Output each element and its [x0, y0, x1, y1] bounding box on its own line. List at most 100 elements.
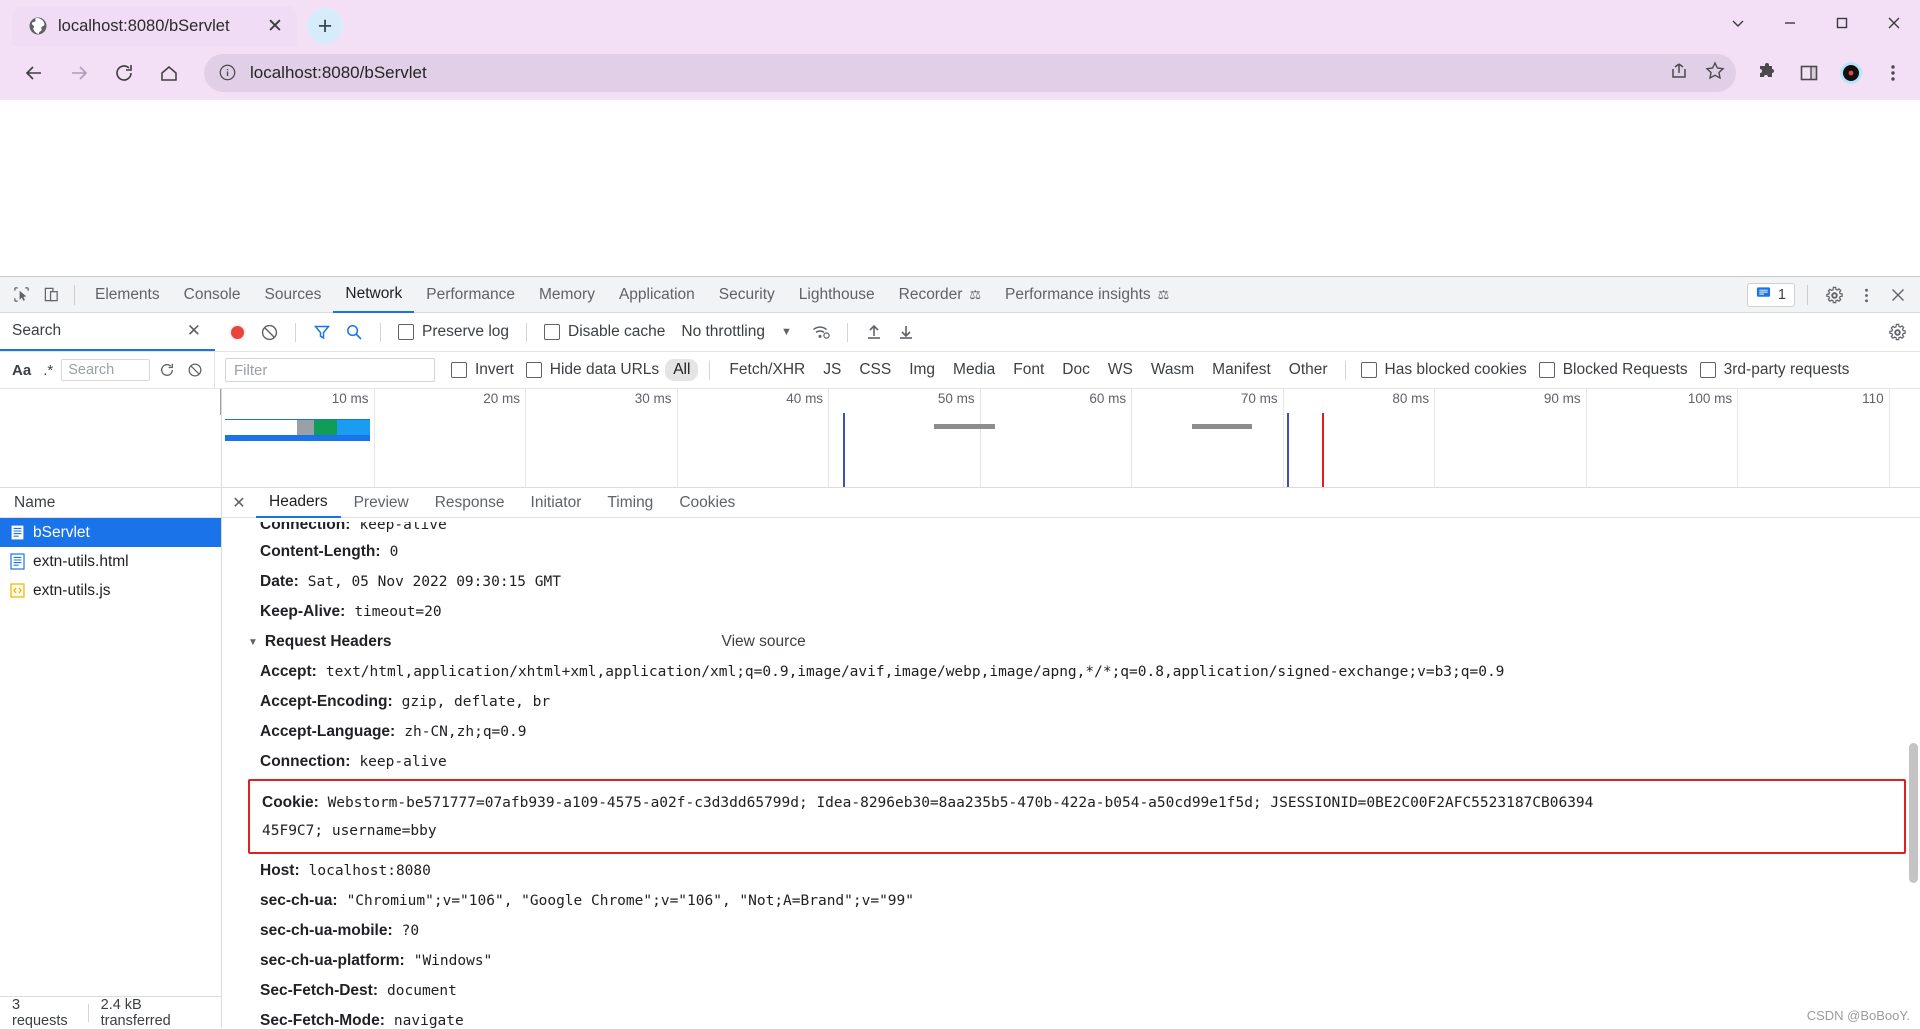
detail-tab-timing[interactable]: Timing	[594, 488, 666, 518]
header-row-clipped: Connection: keep-alive	[222, 522, 1920, 537]
funnel-filter-icon[interactable]	[307, 317, 337, 347]
filter-type-img[interactable]: Img	[901, 359, 943, 381]
devtools-tab-console[interactable]: Console	[172, 277, 253, 313]
devtools-tab-elements[interactable]: Elements	[83, 277, 172, 313]
filter-type-media[interactable]: Media	[945, 359, 1003, 381]
devtools-tab-recorder[interactable]: Recorder ⚖	[887, 277, 993, 313]
devtools-tab-performance-insights[interactable]: Performance insights ⚖	[993, 277, 1181, 313]
blocked-requests-checkbox[interactable]: Blocked Requests	[1538, 361, 1688, 379]
close-icon[interactable]: ✕	[263, 14, 287, 38]
tab-label: Performance insights	[1005, 285, 1151, 303]
detail-tab-preview[interactable]: Preview	[341, 488, 422, 518]
side-panel-icon[interactable]	[1796, 60, 1822, 86]
table-row[interactable]: extn-utils.html	[0, 547, 221, 576]
inspect-element-icon[interactable]	[6, 280, 36, 310]
reload-icon[interactable]	[104, 53, 144, 93]
devtools-tab-sources[interactable]: Sources	[253, 277, 334, 313]
match-case-button[interactable]: Aa	[8, 362, 35, 379]
search-icon[interactable]	[339, 317, 369, 347]
search-input[interactable]: Search	[61, 359, 150, 381]
filter-type-font[interactable]: Font	[1005, 359, 1052, 381]
info-circle-icon[interactable]	[218, 63, 238, 83]
request-headers-section-title[interactable]: ▼ Request Headers View source	[222, 627, 1920, 657]
filter-type-manifest[interactable]: Manifest	[1204, 359, 1279, 381]
browser-tab[interactable]: localhost:8080/bServlet ✕	[12, 6, 297, 46]
share-icon[interactable]	[1668, 60, 1690, 87]
header-row: Date: Sat, 05 Nov 2022 09:30:15 GMT	[222, 567, 1920, 597]
filter-type-ws[interactable]: WS	[1100, 359, 1141, 381]
filter-type-css[interactable]: CSS	[851, 359, 899, 381]
filter-type-wasm[interactable]: Wasm	[1143, 359, 1202, 381]
close-icon[interactable]: ✕	[222, 488, 256, 518]
devtools-tab-network[interactable]: Network	[333, 277, 415, 313]
forward-arrow-icon[interactable]	[59, 53, 99, 93]
puzzle-piece-icon[interactable]	[1754, 60, 1780, 86]
network-toolbar-controls: Preserve log Disable cache No throttling…	[215, 317, 1882, 347]
regex-button[interactable]: .*	[41, 362, 55, 379]
devtools-message-badge[interactable]: 1	[1746, 283, 1795, 307]
chevron-down-icon[interactable]: ▼	[781, 326, 792, 338]
profile-avatar-icon[interactable]	[1838, 60, 1864, 86]
close-icon[interactable]	[1868, 0, 1920, 46]
header-value: "Chromium";v="106", "Google Chrome";v="1…	[346, 893, 914, 910]
detail-scrollbar[interactable]	[1909, 522, 1918, 1024]
scrollbar-thumb[interactable]	[1909, 742, 1918, 884]
devtools-tab-memory[interactable]: Memory	[527, 277, 607, 313]
throttling-select[interactable]: No throttling	[681, 323, 765, 341]
address-bar[interactable]: localhost:8080/bServlet	[204, 54, 1736, 92]
clear-no-entry-icon[interactable]	[184, 359, 206, 381]
three-dot-menu-icon[interactable]	[1852, 281, 1880, 309]
home-icon[interactable]	[149, 53, 189, 93]
refresh-icon[interactable]	[156, 359, 178, 381]
close-icon[interactable]	[1884, 281, 1912, 309]
overview-tick-label: 80 ms	[1392, 391, 1430, 406]
devtools-tab-lighthouse[interactable]: Lighthouse	[787, 277, 887, 313]
filter-type-js[interactable]: JS	[815, 359, 849, 381]
new-tab-button[interactable]: +	[307, 8, 343, 44]
preserve-log-checkbox[interactable]: Preserve log	[398, 323, 509, 341]
clear-no-entry-icon[interactable]	[254, 317, 284, 347]
detail-tab-cookies[interactable]: Cookies	[666, 488, 748, 518]
message-count: 1	[1777, 287, 1786, 303]
has-blocked-cookies-checkbox[interactable]: Has blocked cookies	[1360, 361, 1527, 379]
devtools-tab-application[interactable]: Application	[607, 277, 707, 313]
filter-type-all[interactable]: All	[665, 359, 699, 381]
filter-type-fetch-xhr[interactable]: Fetch/XHR	[721, 359, 813, 381]
headers-body[interactable]: Connection: keep-alive Content-Length: 0…	[222, 518, 1920, 1028]
three-dot-menu-icon[interactable]	[1880, 60, 1906, 86]
overview-canvas[interactable]: 10 ms 20 ms 30 ms 40 ms 50 ms 60 ms 70 ms 80 ms…	[222, 389, 1920, 487]
overview-tick-label: 30 ms	[634, 391, 672, 406]
filter-type-other[interactable]: Other	[1281, 359, 1336, 381]
view-source-link[interactable]: View source	[722, 633, 806, 651]
network-overview-timeline[interactable]: 10 ms 20 ms 30 ms 40 ms 50 ms 60 ms 70 ms 80 ms…	[0, 389, 1920, 488]
device-toolbar-icon[interactable]	[36, 280, 66, 310]
chevron-down-icon[interactable]	[1712, 0, 1764, 46]
search-pane-header: Search ✕	[0, 313, 215, 351]
divider	[74, 284, 75, 305]
export-har-icon[interactable]	[891, 317, 921, 347]
import-har-icon[interactable]	[859, 317, 889, 347]
detail-tab-headers[interactable]: Headers	[256, 488, 341, 518]
devtools-tab-security[interactable]: Security	[707, 277, 787, 313]
request-list-header[interactable]: Name	[0, 488, 221, 518]
detail-tab-initiator[interactable]: Initiator	[518, 488, 595, 518]
record-stop-icon[interactable]	[231, 325, 244, 339]
star-icon[interactable]	[1704, 60, 1726, 87]
third-party-requests-checkbox[interactable]: 3rd-party requests	[1699, 361, 1849, 379]
gear-icon[interactable]	[1882, 317, 1912, 347]
back-arrow-icon[interactable]	[14, 53, 54, 93]
close-icon[interactable]: ✕	[187, 321, 201, 341]
minimize-icon[interactable]	[1764, 0, 1816, 46]
filter-type-doc[interactable]: Doc	[1054, 359, 1098, 381]
network-conditions-icon[interactable]	[806, 317, 836, 347]
table-row[interactable]: extn-utils.js	[0, 576, 221, 605]
maximize-icon[interactable]	[1816, 0, 1868, 46]
detail-tab-response[interactable]: Response	[422, 488, 518, 518]
hide-data-urls-checkbox[interactable]: Hide data URLs	[525, 361, 659, 379]
disable-cache-checkbox[interactable]: Disable cache	[544, 323, 665, 341]
gear-icon[interactable]	[1820, 281, 1848, 309]
table-row[interactable]: bServlet	[0, 518, 221, 547]
devtools-tab-performance[interactable]: Performance	[414, 277, 527, 313]
invert-checkbox[interactable]: Invert	[451, 361, 514, 379]
filter-input[interactable]: Filter	[225, 358, 435, 382]
